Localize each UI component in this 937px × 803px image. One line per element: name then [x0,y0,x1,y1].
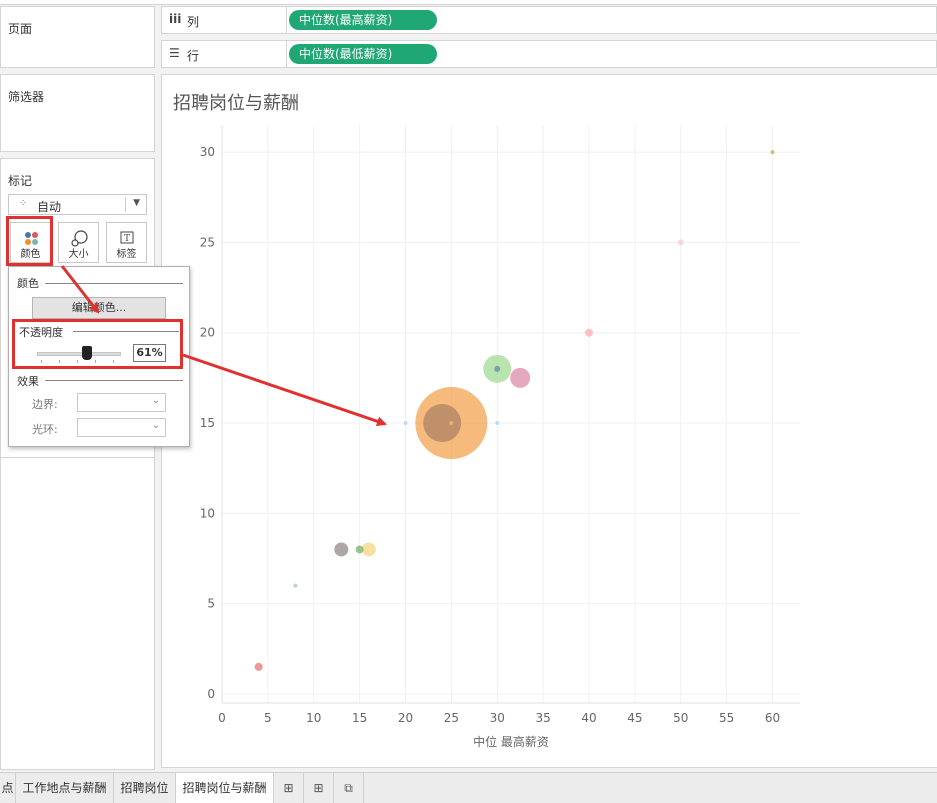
halo-label: 光环: [32,423,58,436]
new-dashboard-icon[interactable]: ⊞ [304,773,334,803]
columns-pill[interactable]: 中位数(最高薪资) [289,10,437,30]
chart-title: 招聘岗位与薪酬 [173,93,299,114]
rows-label: 行 [187,49,200,63]
border-label: 边界: [32,398,58,411]
sheet-tab-active[interactable]: 招聘岗位与薪酬 [176,773,274,803]
size-button[interactable]: 大小 [58,222,99,263]
slider-tick [41,360,42,363]
sheet-tab-bar: 点 工作地点与薪酬 招聘岗位 招聘岗位与薪酬 ⊞ ⊞ ⧉ [0,772,937,803]
sheet-tab[interactable]: 点 [0,773,16,803]
chevron-down-icon: ⌄ [151,420,160,431]
opacity-section-title: 不透明度 [19,326,63,339]
slider-tick [113,360,114,363]
filters-panel[interactable]: 筛选器 [0,74,155,152]
pages-title: 页面 [8,22,33,36]
rows-shelf[interactable]: ☰ 行 中位数(最低薪资) [161,40,937,68]
svg-text:T: T [124,234,130,244]
filters-title: 筛选器 [8,90,45,104]
new-story-icon[interactable]: ⧉ [334,773,364,803]
columns-icon: iii [169,12,182,26]
slider-tick [77,360,78,363]
rows-shelf-header: ☰ 行 [162,41,287,67]
chart-panel: 招聘岗位与薪酬 [161,74,937,768]
slider-tick [95,360,96,363]
rows-icon: ☰ [169,46,180,60]
sheet-tab[interactable]: 工作地点与薪酬 [16,773,114,803]
new-worksheet-icon[interactable]: ⊞ [274,773,304,803]
chevron-down-icon: ⌄ [151,395,160,406]
pages-panel: 页面 [0,6,155,68]
color-section-title: 颜色 [17,277,39,290]
edit-colors-button[interactable]: 编辑颜色... [32,297,166,319]
columns-shelf-header: iii 列 [162,7,287,33]
color-button[interactable]: 颜色 [10,222,51,263]
label-button-label: 标签 [116,249,137,260]
color-popup[interactable]: 颜色 编辑颜色... 不透明度 61% 效果 边界: ⌄ 光环: ⌄ [8,266,190,447]
size-button-label: 大小 [68,249,89,260]
opacity-slider-track[interactable] [37,352,121,356]
halo-select[interactable]: ⌄ [77,418,166,437]
mark-type-value: 自动 [37,200,62,214]
sheet-tab[interactable]: 招聘岗位 [114,773,176,803]
chevron-down-icon: ▼ [133,198,140,208]
opacity-slider-handle[interactable] [82,346,92,360]
rows-pill[interactable]: 中位数(最低薪资) [289,44,437,64]
mark-type-dropdown[interactable]: ⁘ 自动 ▼ [8,194,147,215]
mark-type-icon: ⁘ [19,198,28,209]
divider [73,331,179,332]
dropdown-separator [125,197,126,212]
opacity-input[interactable]: 61% [133,344,166,362]
columns-label: 列 [187,15,200,29]
columns-shelf[interactable]: iii 列 中位数(最高薪资) [161,6,937,34]
slider-tick [59,360,60,363]
divider [45,380,183,381]
marks-title: 标记 [8,174,33,188]
sidebar-lower-panel [0,458,155,770]
top-strip [0,0,937,5]
color-button-label: 颜色 [20,249,41,260]
label-button[interactable]: T 标签 [106,222,147,263]
divider [45,283,183,284]
border-select[interactable]: ⌄ [77,393,166,412]
effects-section-title: 效果 [17,375,39,388]
